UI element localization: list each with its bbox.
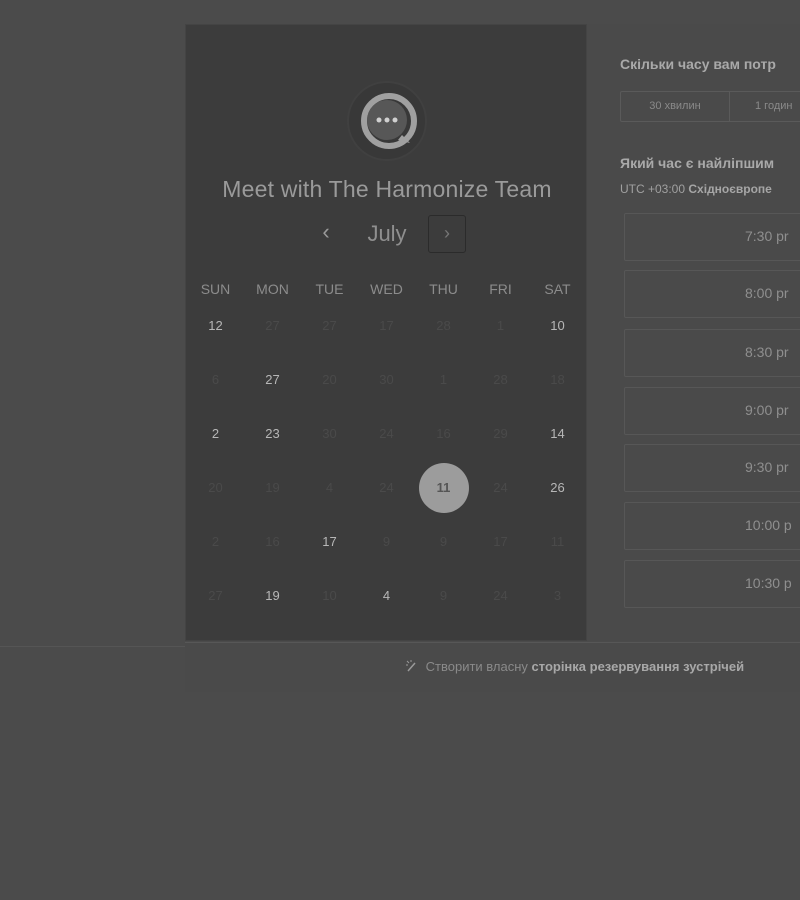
calendar-day[interactable]: 2 (191, 409, 241, 459)
timezone-offset: UTC +03:00 (620, 182, 686, 196)
time-slot-label: 7:30 pr (745, 228, 789, 244)
calendar-day: 10 (322, 588, 337, 603)
booking-widget: Meet with The Harmonize Team ‹ July › SU… (185, 24, 800, 692)
calendar-day: 19 (265, 480, 280, 495)
time-question: Який час є найліпшим (620, 155, 775, 171)
time-slot-button[interactable]: 9:00 pr (624, 387, 800, 435)
duration-options: 30 хвилин 1 годин (620, 91, 800, 122)
calendar-day: 24 (379, 426, 394, 441)
time-slot-button[interactable]: 10:30 p (624, 560, 800, 608)
selected-day[interactable]: 11 (418, 463, 469, 513)
time-slot-button[interactable]: 9:30 pr (624, 444, 800, 492)
footer-link-bold: сторінка резервування зустрічей (531, 659, 745, 674)
calendar-day: 28 (493, 372, 508, 387)
weekday-tue: TUE (315, 281, 344, 297)
calendar-day: 4 (325, 480, 334, 495)
calendar-panel: Meet with The Harmonize Team ‹ July › SU… (185, 24, 587, 641)
time-slot-button[interactable]: 7:30 pr (624, 213, 800, 261)
calendar-day: 3 (553, 588, 562, 603)
calendar-day: 17 (493, 534, 508, 549)
calendar-day: 9 (382, 534, 391, 549)
calendar-day: 29 (493, 426, 508, 441)
timezone-label[interactable]: UTC +03:00 Східноєвропе (620, 182, 772, 196)
footer: Створити власну сторінка резервування зу… (185, 642, 800, 692)
page-title: Meet with The Harmonize Team (222, 176, 552, 202)
footer-link-prefix: Створити власну (425, 659, 528, 674)
timezone-name: Східноєвропе (688, 182, 772, 196)
calendar-day: 6 (211, 372, 220, 387)
time-slot-label: 10:30 p (745, 575, 792, 591)
calendar-day: 9 (439, 534, 448, 549)
calendar-day: 24 (493, 588, 508, 603)
calendar-day: 20 (322, 372, 337, 387)
duration-option-30-min[interactable]: 30 хвилин (621, 92, 730, 121)
time-slot-label: 9:00 pr (745, 402, 789, 418)
calendar-day: 30 (322, 426, 337, 441)
next-month-button[interactable]: › (428, 215, 466, 253)
time-slot-button[interactable]: 8:00 pr (624, 270, 800, 318)
weekday-fri: FRI (489, 281, 512, 297)
calendar-day[interactable]: 23 (248, 409, 298, 459)
weekday-wed: WED (370, 281, 403, 297)
calendar-day: 16 (265, 534, 280, 549)
weekday-sat: SAT (544, 281, 571, 297)
time-slot-button[interactable]: 10:00 p (624, 502, 800, 550)
calendar-day: 28 (436, 318, 451, 333)
chat-bubble-logo-icon (347, 81, 427, 161)
calendar-day: 24 (379, 480, 394, 495)
time-slot-label: 9:30 pr (745, 459, 789, 475)
weekday-sun: SUN (200, 281, 231, 297)
chevron-right-icon: › (444, 223, 450, 243)
calendar-day: 18 (550, 372, 565, 387)
calendar-day[interactable]: 4 (362, 571, 412, 621)
calendar-day: 27 (322, 318, 337, 333)
calendar-day[interactable]: 14 (533, 409, 583, 459)
month-label: July (367, 221, 407, 246)
time-selection-panel: Скільки часу вам потр 30 хвилин 1 годин … (587, 24, 800, 641)
magic-wand-icon (406, 660, 416, 672)
calendar-day[interactable]: 12 (191, 301, 241, 351)
calendar-day[interactable]: 17 (305, 517, 355, 567)
calendar-day: 30 (379, 372, 394, 387)
calendar-day[interactable]: 10 (533, 301, 583, 351)
previous-month-button[interactable]: ‹ (314, 221, 338, 245)
calendar-day: 24 (493, 480, 508, 495)
calendar-day: 1 (496, 318, 505, 333)
calendar-day[interactable]: 27 (248, 355, 298, 405)
calendar-day[interactable]: 19 (248, 571, 298, 621)
time-slot-label: 10:00 p (745, 517, 792, 533)
duration-option-1-hour[interactable]: 1 годин (755, 92, 792, 121)
chevron-left-icon: ‹ (322, 219, 330, 244)
time-slot-label: 8:00 pr (745, 285, 789, 301)
calendar-day[interactable]: 26 (533, 463, 583, 513)
calendar-day: 16 (436, 426, 451, 441)
calendar-day: 20 (208, 480, 223, 495)
time-slot-button[interactable]: 8:30 pr (624, 329, 800, 377)
calendar-day: 17 (379, 318, 394, 333)
weekday-thu: THU (429, 281, 458, 297)
calendar-day: 9 (439, 588, 448, 603)
calendar-day: 27 (208, 588, 223, 603)
weekday-mon: MON (256, 281, 289, 297)
calendar-day: 2 (211, 534, 220, 549)
create-booking-page-link[interactable]: Створити власну сторінка резервування зу… (405, 659, 744, 674)
calendar-day: 27 (265, 318, 280, 333)
time-slot-label: 8:30 pr (745, 344, 789, 360)
duration-question: Скільки часу вам потр (620, 56, 776, 72)
calendar-day: 11 (550, 534, 565, 549)
calendar-day: 1 (439, 372, 448, 387)
